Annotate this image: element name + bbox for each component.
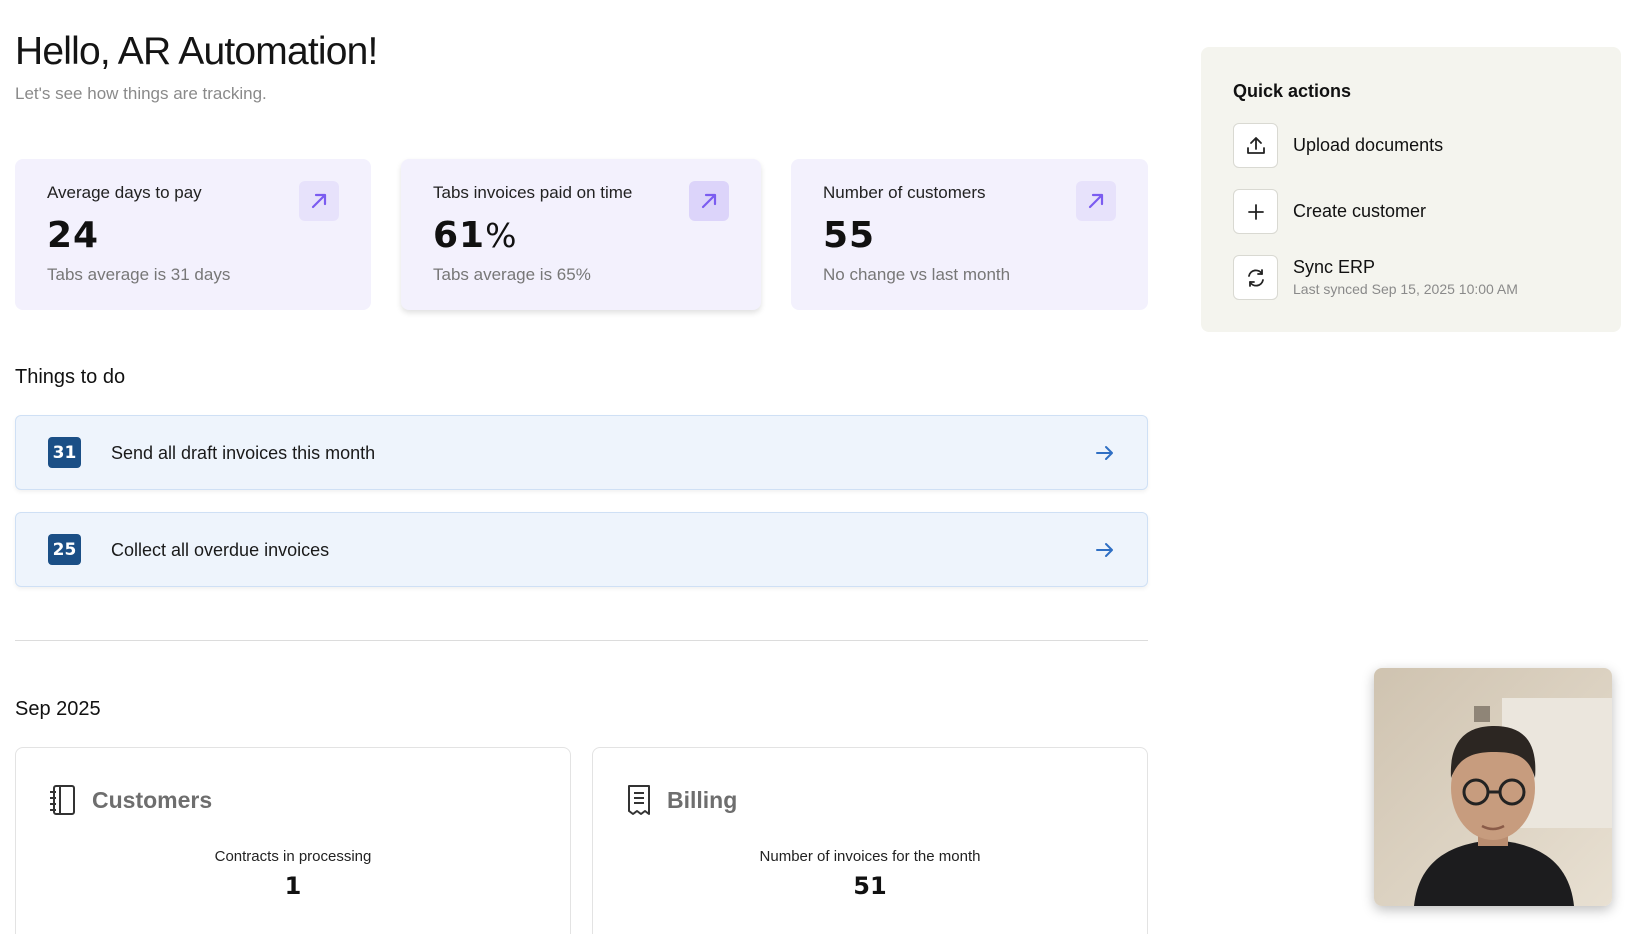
todo-count-badge: 31	[48, 437, 81, 468]
refresh-icon[interactable]	[1233, 255, 1278, 300]
stat-card-number-of-customers[interactable]: Number of customers 55 No change vs last…	[791, 159, 1148, 310]
todo-label: Send all draft invoices this month	[111, 443, 376, 463]
create-customer-button[interactable]: Create customer	[1233, 189, 1613, 234]
arrow-right-icon[interactable]	[1093, 441, 1117, 465]
todo-item-send-draft-invoices[interactable]: 31 Send all draft invoices this month	[15, 415, 1148, 490]
quick-actions-heading: Quick actions	[1233, 81, 1352, 101]
stat-label: Average days to pay	[47, 183, 202, 202]
metric-value: 51	[853, 872, 887, 900]
billing-panel[interactable]: Billing Number of invoices for the month…	[592, 747, 1148, 934]
stat-label: Number of customers	[823, 183, 986, 202]
plus-icon[interactable]	[1233, 189, 1278, 234]
stat-card-average-days-to-pay[interactable]: Average days to pay 24 Tabs average is 3…	[15, 159, 371, 310]
stats-row: Average days to pay 24 Tabs average is 3…	[15, 159, 1148, 310]
panel-title: Billing	[667, 786, 738, 813]
stat-note: Tabs average is 65%	[433, 265, 591, 284]
arrow-up-right-icon[interactable]	[299, 181, 339, 221]
upload-documents-button[interactable]: Upload documents	[1233, 123, 1613, 168]
todo-item-collect-overdue-invoices[interactable]: 25 Collect all overdue invoices	[15, 512, 1148, 587]
stat-value: 55	[823, 215, 876, 256]
arrow-right-icon[interactable]	[1093, 538, 1117, 562]
receipt-icon	[628, 785, 650, 815]
stat-note: No change vs last month	[823, 265, 1011, 284]
last-synced-text: Last synced Sep 15, 2025 10:00 AM	[1293, 281, 1518, 297]
panel-header: Billing	[625, 784, 737, 816]
page-subtitle: Let's see how things are tracking.	[15, 84, 267, 103]
arrow-up-right-icon[interactable]	[689, 181, 729, 221]
todo-label: Collect all overdue invoices	[111, 540, 330, 560]
stat-note: Tabs average is 31 days	[47, 265, 231, 284]
metric-label: Contracts in processing	[214, 848, 372, 865]
things-to-do-heading: Things to do	[15, 366, 126, 388]
quick-action-label: Sync ERP	[1293, 257, 1376, 277]
panel-title: Customers	[92, 786, 213, 813]
upload-icon[interactable]	[1233, 123, 1278, 168]
metric-value: 1	[284, 872, 302, 900]
metric-label: Number of invoices for the month	[759, 848, 981, 865]
stat-value: 61%	[433, 215, 518, 256]
stat-label: Tabs invoices paid on time	[433, 183, 633, 202]
quick-actions-panel: Quick actions Upload documents Create cu…	[1201, 47, 1621, 332]
section-divider	[15, 640, 1148, 641]
quick-action-label: Upload documents	[1293, 135, 1444, 155]
stat-card-paid-on-time[interactable]: Tabs invoices paid on time 61% Tabs aver…	[401, 159, 761, 310]
panel-header: Customers	[48, 784, 212, 816]
quick-action-label: Create customer	[1293, 201, 1427, 221]
notebook-icon	[50, 785, 75, 815]
customers-panel[interactable]: Customers Contracts in processing 1	[15, 747, 571, 934]
todo-count-badge: 25	[48, 534, 81, 565]
arrow-up-right-icon[interactable]	[1076, 181, 1116, 221]
period-heading: Sep 2025	[15, 698, 101, 720]
sync-erp-button[interactable]: Sync ERP Last synced Sep 15, 2025 10:00 …	[1233, 255, 1613, 300]
participant-video	[1374, 668, 1612, 906]
dashboard-main: Hello, AR Automation! Let's see how thin…	[15, 0, 1148, 934]
page-title: Hello, AR Automation!	[15, 30, 378, 73]
video-call-overlay[interactable]	[1374, 668, 1612, 906]
stat-value: 24	[47, 215, 100, 256]
